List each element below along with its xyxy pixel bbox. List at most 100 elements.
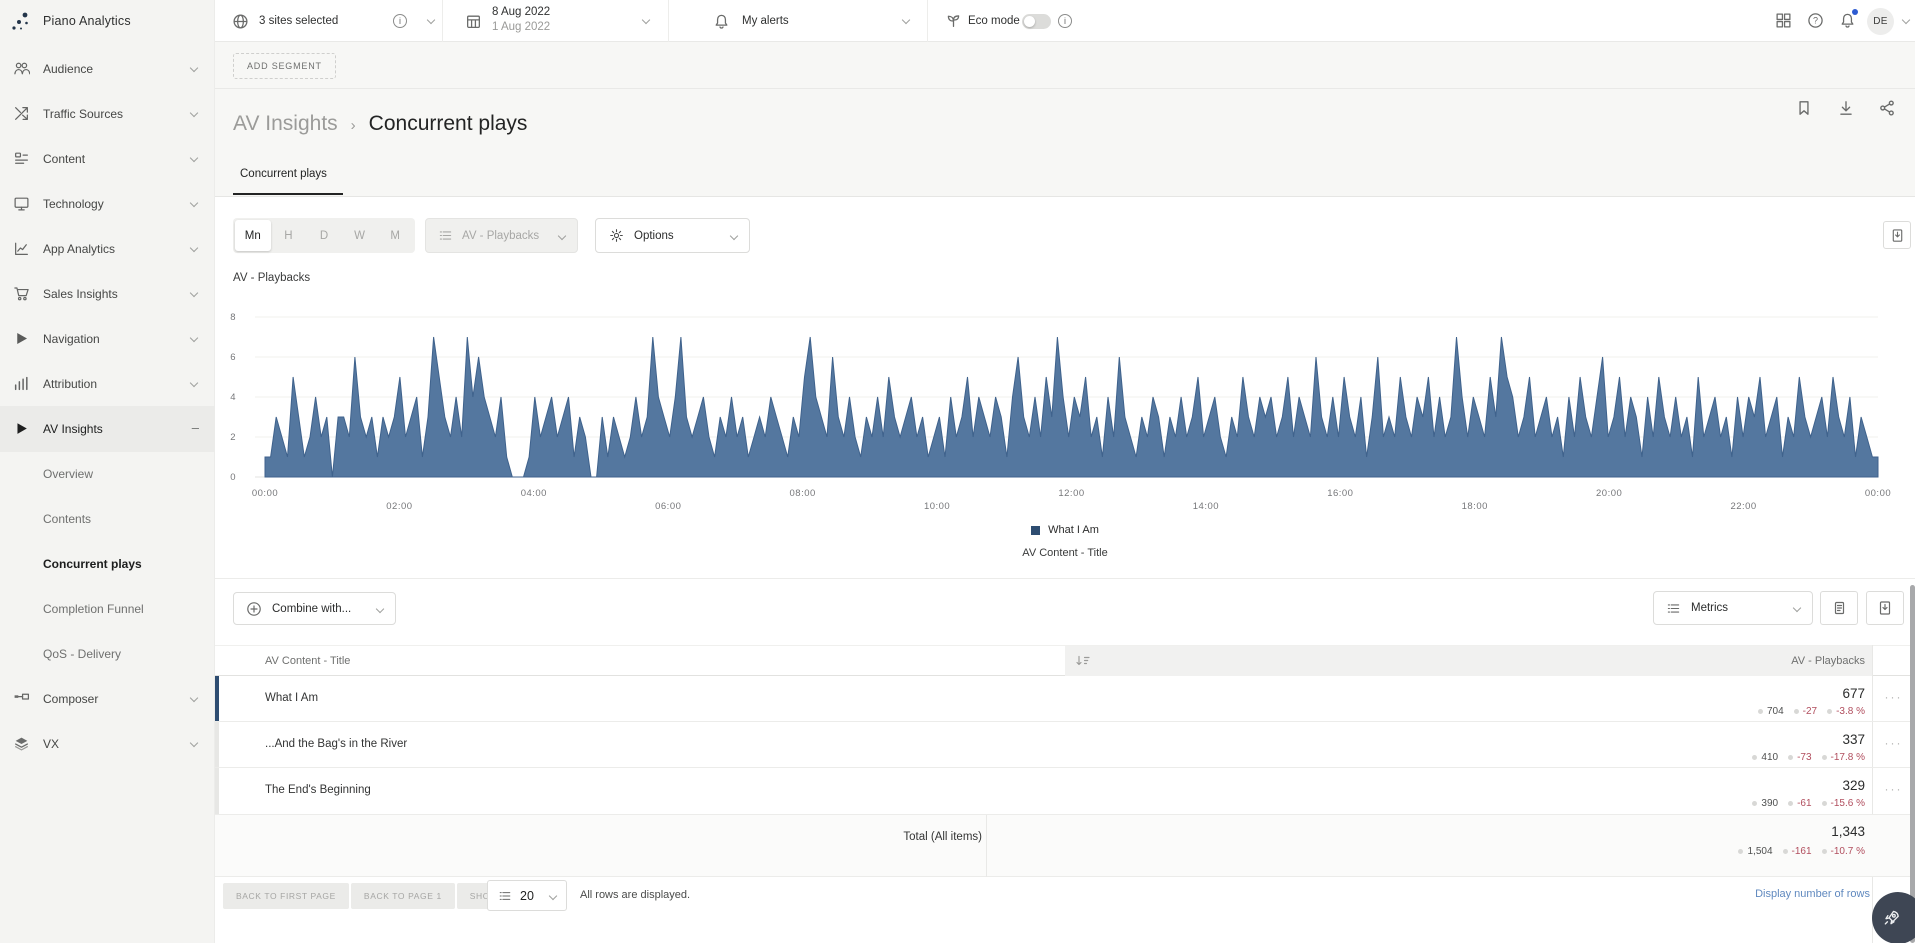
apps-grid-icon[interactable] bbox=[1775, 12, 1792, 29]
sort-descending-icon[interactable] bbox=[1075, 653, 1091, 669]
page-size-dropdown[interactable]: 20 bbox=[487, 880, 567, 911]
info-icon[interactable]: i bbox=[1058, 14, 1072, 28]
sites-selector[interactable]: 3 sites selected bbox=[259, 15, 338, 27]
info-icon[interactable]: i bbox=[393, 14, 407, 28]
chevron-down-icon bbox=[190, 244, 198, 252]
svg-text:14:00: 14:00 bbox=[1193, 501, 1219, 512]
column-divider bbox=[986, 815, 987, 877]
chart-legend[interactable]: What I Am bbox=[215, 524, 1915, 536]
sidebar-item-content[interactable]: Content bbox=[0, 144, 215, 174]
sidebar-item-navigation[interactable]: Navigation bbox=[0, 324, 215, 354]
sidebar-item-concurrent-plays[interactable]: Concurrent plays bbox=[0, 549, 215, 579]
svg-text:16:00: 16:00 bbox=[1327, 488, 1353, 499]
sidebar-item-sales-insights[interactable]: Sales Insights bbox=[0, 279, 215, 309]
metrics-dropdown[interactable]: Metrics bbox=[1653, 591, 1813, 625]
combine-with-dropdown[interactable]: Combine with... bbox=[233, 592, 396, 625]
concurrent-plays-chart[interactable]: 0246800:0002:0004:0006:0008:0010:0012:00… bbox=[218, 293, 1898, 513]
download-icon[interactable] bbox=[1837, 99, 1854, 116]
row-comparison: 390-61-15.6 % bbox=[1742, 798, 1865, 809]
sidebar-item-app-analytics[interactable]: App Analytics bbox=[0, 234, 215, 264]
granularity-m[interactable]: M bbox=[377, 220, 413, 251]
column-header-title[interactable]: AV Content - Title bbox=[265, 655, 350, 667]
table-header: AV Content - Title AV - Playbacks bbox=[215, 645, 1915, 676]
chevron-down-icon[interactable] bbox=[902, 16, 910, 24]
brand-logo[interactable]: Piano Analytics bbox=[10, 10, 131, 32]
row-menu-button[interactable]: ··· bbox=[1872, 690, 1915, 704]
chart-export-button[interactable] bbox=[1883, 221, 1911, 249]
svg-text:?: ? bbox=[1813, 16, 1818, 26]
export-table-button[interactable] bbox=[1866, 591, 1904, 625]
avatar[interactable]: DE bbox=[1867, 8, 1894, 35]
scrollbar-thumb[interactable] bbox=[1910, 585, 1915, 943]
rocket-icon bbox=[1881, 908, 1901, 928]
date-range-primary[interactable]: 8 Aug 2022 bbox=[492, 6, 550, 18]
bell-icon bbox=[713, 13, 730, 30]
svg-text:10:00: 10:00 bbox=[924, 501, 950, 512]
chevron-down-icon[interactable] bbox=[1902, 16, 1910, 24]
breadcrumb-separator: › bbox=[351, 117, 356, 134]
sidebar-item-composer[interactable]: Composer bbox=[0, 684, 215, 714]
legend-series-label: What I Am bbox=[1048, 524, 1099, 536]
sidebar-item-audience[interactable]: Audience bbox=[0, 54, 215, 84]
granularity-switch: Mn H D W M bbox=[233, 218, 415, 253]
metric-selector-dropdown[interactable]: AV - Playbacks bbox=[425, 218, 578, 253]
table-row[interactable]: The End's Beginning 329 390-61-15.6 % ··… bbox=[215, 768, 1915, 815]
svg-text:0: 0 bbox=[230, 472, 236, 483]
rocket-fab-button[interactable] bbox=[1872, 892, 1915, 943]
share-icon[interactable] bbox=[1878, 99, 1895, 116]
page-header: AV Insights › Concurrent plays Concurren… bbox=[215, 89, 1915, 197]
globe-icon bbox=[232, 13, 249, 30]
page-title: Concurrent plays bbox=[369, 112, 528, 136]
table-row[interactable]: What I Am 677 704-27-3.8 % ··· bbox=[215, 676, 1915, 722]
granularity-w[interactable]: W bbox=[342, 220, 378, 251]
chevron-down-icon[interactable] bbox=[427, 16, 435, 24]
attribution-icon bbox=[13, 375, 30, 392]
granularity-mn[interactable]: Mn bbox=[235, 220, 271, 251]
svg-text:2: 2 bbox=[230, 432, 236, 443]
sidebar-item-contents[interactable]: Contents bbox=[0, 504, 215, 534]
granularity-d[interactable]: D bbox=[306, 220, 342, 251]
tab-concurrent-plays[interactable]: Concurrent plays bbox=[240, 168, 327, 180]
legend-swatch bbox=[1031, 526, 1040, 535]
display-rows-link[interactable]: Display number of rows bbox=[1650, 888, 1870, 900]
row-menu-button[interactable]: ··· bbox=[1872, 736, 1915, 750]
breadcrumb-parent[interactable]: AV Insights bbox=[233, 112, 338, 136]
sidebar-item-completion-funnel[interactable]: Completion Funnel bbox=[0, 594, 215, 624]
sidebar-item-vx[interactable]: VX bbox=[0, 729, 215, 759]
section-divider bbox=[215, 578, 1915, 579]
eco-mode-toggle[interactable] bbox=[1022, 14, 1051, 29]
help-icon[interactable]: ? bbox=[1807, 12, 1824, 29]
add-segment-button[interactable]: ADD SEGMENT bbox=[233, 53, 336, 79]
column-header-playbacks[interactable]: AV - Playbacks bbox=[1791, 655, 1865, 667]
chevron-down-icon[interactable] bbox=[642, 16, 650, 24]
copy-table-button[interactable] bbox=[1820, 591, 1858, 625]
audience-icon bbox=[13, 60, 30, 77]
export-image-icon bbox=[1890, 228, 1905, 243]
date-range-compare[interactable]: 1 Aug 2022 bbox=[492, 21, 550, 33]
sidebar-item-technology[interactable]: Technology bbox=[0, 189, 215, 219]
row-comparison: 410-73-17.8 % bbox=[1742, 752, 1865, 763]
chevron-down-icon bbox=[190, 334, 198, 342]
sidebar-item-traffic-sources[interactable]: Traffic Sources bbox=[0, 99, 215, 129]
collapse-icon[interactable]: – bbox=[192, 420, 199, 435]
my-alerts[interactable]: My alerts bbox=[742, 15, 789, 27]
svg-text:08:00: 08:00 bbox=[790, 488, 816, 499]
svg-text:02:00: 02:00 bbox=[386, 501, 412, 512]
granularity-h[interactable]: H bbox=[271, 220, 307, 251]
table-row[interactable]: ...And the Bag's in the River 337 410-73… bbox=[215, 722, 1915, 768]
total-comparison: 1,504-161-10.7 % bbox=[1728, 846, 1865, 857]
divider bbox=[668, 0, 669, 42]
sidebar-item-attribution[interactable]: Attribution bbox=[0, 369, 215, 399]
sidebar-item-av-insights[interactable]: AV Insights – bbox=[0, 414, 215, 444]
app-root: Piano Analytics Audience Traffic Sources… bbox=[0, 0, 1915, 943]
sidebar-item-overview[interactable]: Overview bbox=[0, 459, 215, 489]
options-dropdown[interactable]: Options bbox=[595, 218, 750, 253]
chevron-down-icon bbox=[190, 199, 198, 207]
back-to-page-1-button[interactable]: BACK TO PAGE 1 bbox=[351, 883, 455, 909]
chevron-down-icon bbox=[190, 154, 198, 162]
sidebar-item-qos-delivery[interactable]: QoS - Delivery bbox=[0, 639, 215, 669]
svg-text:8: 8 bbox=[230, 312, 236, 323]
row-menu-button[interactable]: ··· bbox=[1872, 782, 1915, 796]
back-to-first-page-button[interactable]: BACK TO FIRST PAGE bbox=[223, 883, 349, 909]
bookmark-icon[interactable] bbox=[1795, 99, 1812, 116]
